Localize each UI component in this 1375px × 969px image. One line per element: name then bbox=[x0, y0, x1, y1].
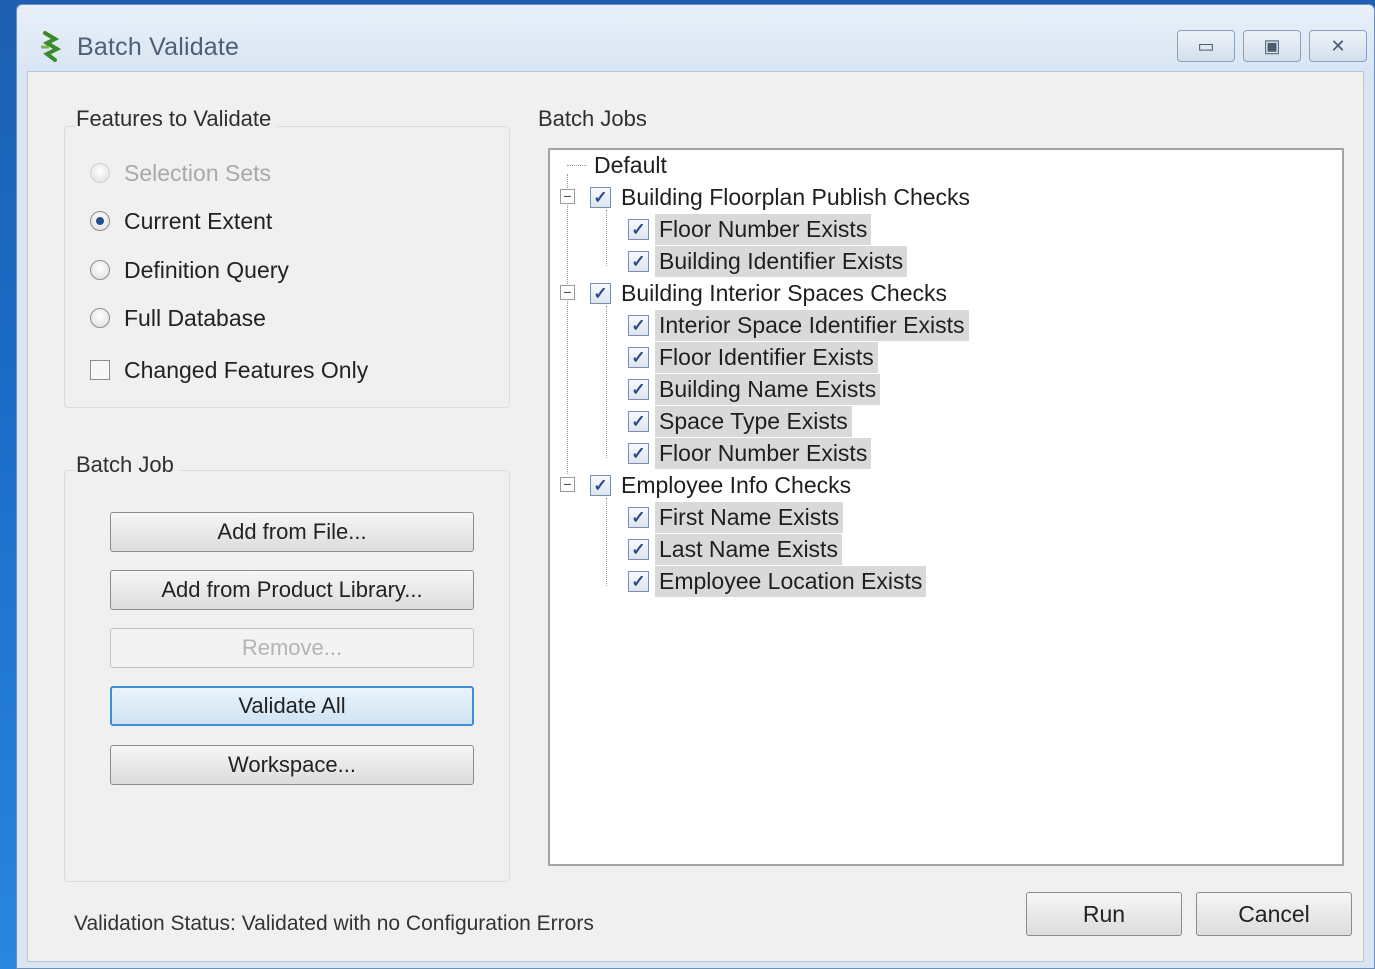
tree-item[interactable]: ✓ Last Name Exists bbox=[628, 533, 842, 565]
tree-item-label: Floor Number Exists bbox=[655, 213, 872, 245]
tree-item-label: Building Identifier Exists bbox=[655, 245, 908, 277]
checkbox-icon[interactable]: ✓ bbox=[628, 314, 649, 336]
window-title: Batch Validate bbox=[77, 33, 240, 61]
tree-group-label: Building Interior Spaces Checks bbox=[621, 279, 947, 306]
tree-item[interactable]: ✓ Floor Number Exists bbox=[628, 437, 872, 469]
selection-sets-radio[interactable] bbox=[90, 163, 110, 183]
checkbox-icon[interactable]: ✓ bbox=[628, 250, 649, 272]
tree-item[interactable]: ✓ Building Identifier Exists bbox=[628, 245, 908, 277]
tree-item[interactable]: ✓ Floor Identifier Exists bbox=[628, 341, 878, 373]
current-extent-label: Current Extent bbox=[124, 207, 273, 234]
remove-button[interactable]: Remove... bbox=[110, 628, 474, 668]
batch-validate-app-icon bbox=[41, 31, 62, 62]
tree-item[interactable]: ✓ Employee Location Exists bbox=[628, 565, 927, 597]
tree-connector bbox=[606, 306, 607, 458]
tree-group-building-interior-spaces[interactable]: ✓ Building Interior Spaces Checks bbox=[590, 278, 951, 308]
full-database-label: Full Database bbox=[124, 304, 266, 331]
tree-item-label: First Name Exists bbox=[655, 501, 844, 533]
checkbox-icon[interactable]: ✓ bbox=[628, 346, 649, 368]
checkbox-icon[interactable]: ✓ bbox=[628, 218, 649, 240]
checkbox-icon[interactable]: ✓ bbox=[628, 378, 649, 400]
cancel-button[interactable]: Cancel bbox=[1196, 892, 1352, 936]
option-definition-query[interactable]: Definition Query bbox=[90, 255, 289, 285]
add-from-product-library-button[interactable]: Add from Product Library... bbox=[110, 570, 474, 610]
tree-item-label: Last Name Exists bbox=[655, 533, 842, 565]
tree-item[interactable]: ✓ Floor Number Exists bbox=[628, 213, 872, 245]
collapse-icon[interactable]: − bbox=[560, 477, 575, 492]
tree-connector bbox=[606, 210, 607, 266]
definition-query-label: Definition Query bbox=[124, 256, 289, 283]
collapse-icon[interactable]: − bbox=[560, 189, 575, 204]
option-selection-sets[interactable]: Selection Sets bbox=[90, 158, 271, 188]
option-current-extent[interactable]: Current Extent bbox=[90, 206, 272, 236]
checkbox-icon[interactable]: ✓ bbox=[628, 442, 649, 464]
minimize-icon: ▭ bbox=[1197, 35, 1215, 56]
minimize-button[interactable]: ▭ bbox=[1177, 30, 1235, 62]
tree-connector bbox=[567, 174, 568, 474]
tree-root-default[interactable]: Default bbox=[590, 150, 671, 180]
tree-item-label: Building Name Exists bbox=[655, 373, 881, 405]
tree-group-label: Employee Info Checks bbox=[621, 471, 852, 498]
tree-root-label: Default bbox=[594, 151, 667, 178]
close-icon: ✕ bbox=[1330, 35, 1346, 56]
dialog-client-area: Features to Validate Selection Sets Curr… bbox=[27, 71, 1364, 962]
checkbox-icon[interactable]: ✓ bbox=[628, 538, 649, 560]
changed-features-only-checkbox[interactable] bbox=[90, 360, 110, 380]
full-database-radio[interactable] bbox=[90, 308, 110, 328]
tree-group-building-floorplan[interactable]: ✓ Building Floorplan Publish Checks bbox=[590, 182, 974, 212]
collapse-icon[interactable]: − bbox=[560, 285, 575, 300]
checkbox-icon[interactable]: ✓ bbox=[628, 506, 649, 528]
tree-item-label: Floor Number Exists bbox=[655, 437, 872, 469]
checkbox-icon[interactable]: ✓ bbox=[590, 186, 611, 208]
definition-query-radio[interactable] bbox=[90, 260, 110, 280]
changed-features-only-label: Changed Features Only bbox=[124, 356, 369, 383]
add-from-file-button[interactable]: Add from File... bbox=[110, 512, 474, 552]
selection-sets-label: Selection Sets bbox=[124, 159, 272, 186]
checkbox-icon[interactable]: ✓ bbox=[590, 282, 611, 304]
checkbox-icon[interactable]: ✓ bbox=[628, 570, 649, 592]
checkbox-icon[interactable]: ✓ bbox=[590, 474, 611, 496]
option-full-database[interactable]: Full Database bbox=[90, 303, 266, 333]
tree-item[interactable]: ✓ First Name Exists bbox=[628, 501, 844, 533]
tree-item[interactable]: ✓ Space Type Exists bbox=[628, 405, 852, 437]
batch-validate-window: Batch Validate ▭ ▣ ✕ Features to Validat… bbox=[16, 4, 1375, 969]
batch-jobs-label: Batch Jobs bbox=[538, 106, 653, 132]
workspace-button[interactable]: Workspace... bbox=[110, 745, 474, 785]
batch-job-label: Batch Job bbox=[76, 452, 180, 478]
close-button[interactable]: ✕ bbox=[1309, 30, 1367, 62]
tree-group-label: Building Floorplan Publish Checks bbox=[621, 183, 971, 210]
validation-status: Validation Status: Validated with no Con… bbox=[74, 912, 594, 935]
maximize-icon: ▣ bbox=[1263, 35, 1281, 56]
run-button[interactable]: Run bbox=[1026, 892, 1182, 936]
tree-group-employee-info[interactable]: ✓ Employee Info Checks bbox=[590, 470, 855, 500]
current-extent-radio[interactable] bbox=[90, 211, 110, 231]
tree-item[interactable]: ✓ Building Name Exists bbox=[628, 373, 881, 405]
tree-item-label: Space Type Exists bbox=[655, 405, 852, 437]
tree-item-label: Floor Identifier Exists bbox=[655, 341, 878, 373]
batch-jobs-tree[interactable]: Default − ✓ Building Floorplan Publish C… bbox=[548, 148, 1344, 866]
features-to-validate-label: Features to Validate bbox=[76, 106, 278, 132]
validate-all-button[interactable]: Validate All bbox=[110, 686, 474, 726]
tree-item-label: Interior Space Identifier Exists bbox=[655, 309, 969, 341]
checkbox-icon[interactable]: ✓ bbox=[628, 410, 649, 432]
tree-connector bbox=[606, 498, 607, 586]
option-changed-features-only[interactable]: Changed Features Only bbox=[90, 355, 368, 385]
maximize-button[interactable]: ▣ bbox=[1243, 30, 1301, 62]
tree-item-label: Employee Location Exists bbox=[655, 565, 927, 597]
tree-item[interactable]: ✓ Interior Space Identifier Exists bbox=[628, 309, 969, 341]
tree-connector bbox=[567, 165, 587, 166]
